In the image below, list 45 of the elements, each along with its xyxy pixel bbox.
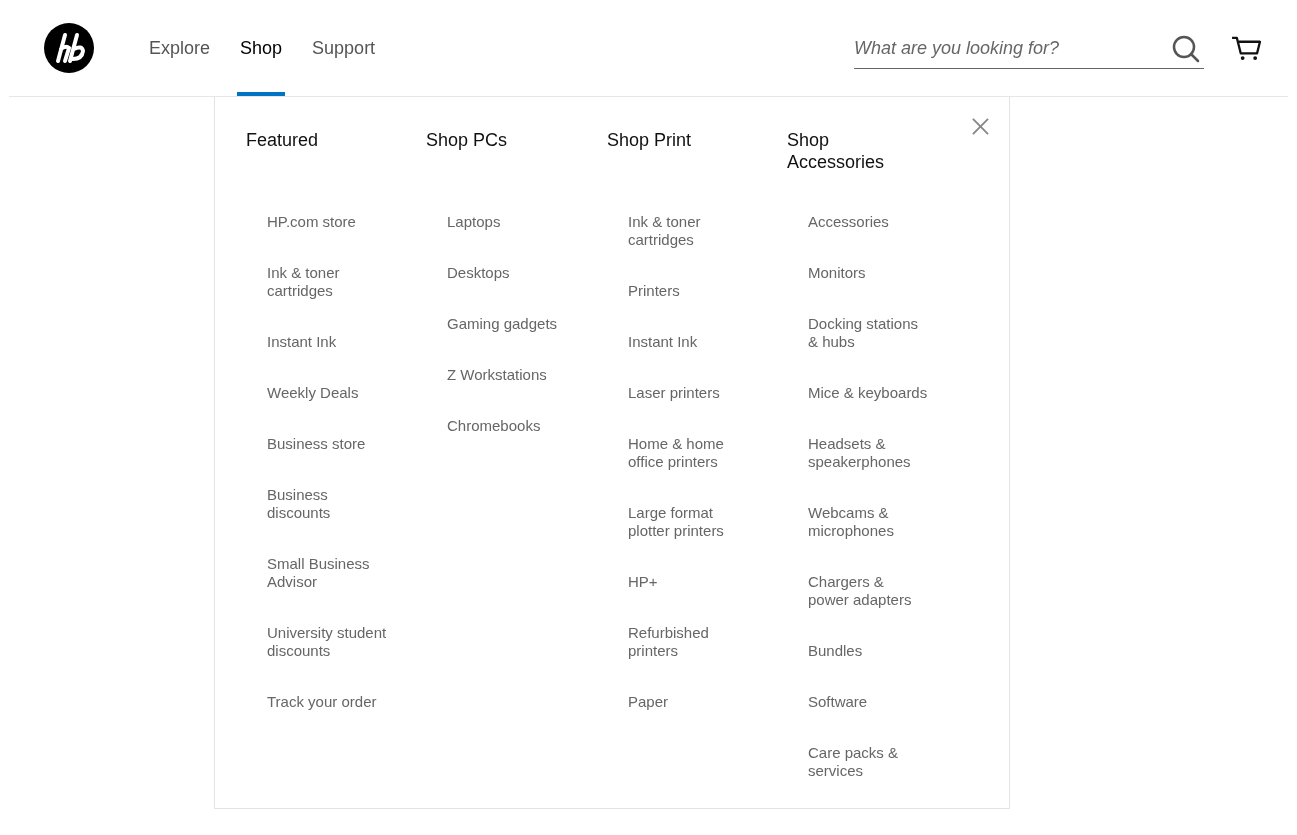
column-heading: Shop Print xyxy=(607,129,693,152)
nav-tab[interactable]: Explore xyxy=(146,0,214,96)
menu-link[interactable]: Accessories xyxy=(808,213,928,231)
nav-tab[interactable]: Support xyxy=(309,0,379,96)
column-heading: Shop Accessories xyxy=(787,129,886,173)
menu-link[interactable]: Refurbished printers xyxy=(628,624,748,660)
menu-link[interactable]: Mice & keyboards xyxy=(808,384,928,402)
column-heading: Shop PCs xyxy=(426,129,509,152)
menu-link[interactable]: Printers xyxy=(628,282,748,300)
nav-tab[interactable]: Shop xyxy=(237,0,286,96)
menu-link[interactable]: Instant Ink xyxy=(267,333,387,351)
menu-link[interactable]: Track your order xyxy=(267,693,387,711)
menu-link[interactable]: HP+ xyxy=(628,573,748,591)
menu-link[interactable]: Chromebooks xyxy=(447,417,567,435)
menu-link[interactable]: Webcams & microphones xyxy=(808,504,928,540)
menu-link[interactable]: Bundles xyxy=(808,642,928,660)
search-icon[interactable] xyxy=(1172,34,1200,63)
menu-link[interactable]: Business discounts xyxy=(267,486,387,522)
cart-icon[interactable] xyxy=(1231,35,1262,61)
menu-link[interactable]: Software xyxy=(808,693,928,711)
menu-link[interactable]: Home & home office printers xyxy=(628,435,748,471)
menu-link[interactable]: Large format plotter printers xyxy=(628,504,748,540)
menu-link[interactable]: Laser printers xyxy=(628,384,748,402)
menu-link[interactable]: HP.com store xyxy=(267,213,387,231)
menu-link[interactable]: Gaming gadgets xyxy=(447,315,567,333)
menu-link[interactable]: Weekly Deals xyxy=(267,384,387,402)
menu-link[interactable]: University student discounts xyxy=(267,624,387,660)
menu-link[interactable]: Paper xyxy=(628,693,748,711)
menu-link[interactable]: Care packs & services xyxy=(808,744,928,780)
menu-link[interactable]: Ink & toner cartridges xyxy=(628,213,748,249)
menu-link[interactable]: Small Business Advisor xyxy=(267,555,387,591)
menu-link[interactable]: Laptops xyxy=(447,213,567,231)
search-field[interactable]: What are you looking for? xyxy=(854,38,1172,59)
column-heading: Featured xyxy=(246,129,320,152)
menu-link[interactable]: Headsets & speakerphones xyxy=(808,435,928,471)
menu-link[interactable]: Desktops xyxy=(447,264,567,282)
menu-link[interactable]: Business store xyxy=(267,435,387,453)
logo-icon[interactable] xyxy=(44,23,94,73)
close-icon[interactable] xyxy=(972,118,989,135)
menu-link[interactable]: Ink & toner cartridges xyxy=(267,264,387,300)
menu-link[interactable]: Chargers & power adapters xyxy=(808,573,928,609)
menu-link[interactable]: Z Workstations xyxy=(447,366,567,384)
menu-link[interactable]: Docking stations & hubs xyxy=(808,315,928,351)
menu-link[interactable]: Instant Ink xyxy=(628,333,748,351)
menu-link[interactable]: Monitors xyxy=(808,264,928,282)
